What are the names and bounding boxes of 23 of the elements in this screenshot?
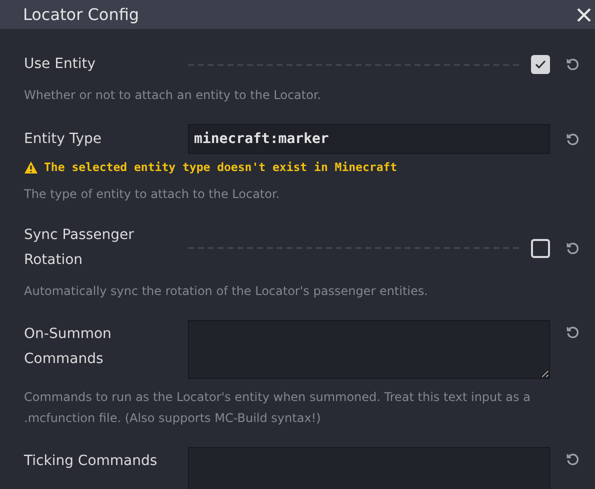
field-label: Entity Type bbox=[24, 130, 102, 148]
warning-icon bbox=[24, 161, 38, 174]
field-description: Whether or not to attach an entity to the Locator. bbox=[24, 87, 322, 104]
warning-message: The selected entity type doesn't exist in Minecraft bbox=[44, 159, 398, 176]
field-description: Automatically sync the rotation of the Locator's passenger entities. bbox=[24, 283, 429, 300]
reset-icon[interactable] bbox=[566, 132, 579, 146]
checkbox[interactable] bbox=[531, 55, 550, 74]
reset-icon[interactable] bbox=[566, 58, 579, 71]
checkbox[interactable] bbox=[531, 238, 550, 258]
reset-icon[interactable] bbox=[566, 242, 579, 255]
window-title: Locator Config bbox=[23, 4, 140, 26]
field-description: Commands to run as the Locator's entity when summoned. Treat this text input as a .mcfunction file. (Also supports MC-Build syntax!) bbox=[24, 389, 532, 428]
field-description: The type of entity to attach to the Locator. bbox=[24, 186, 281, 204]
text-field[interactable]: minecraft:marker bbox=[188, 124, 550, 154]
field-label: On-Summon Commands bbox=[24, 325, 112, 370]
close-icon[interactable] bbox=[577, 8, 591, 22]
check-icon bbox=[535, 60, 546, 69]
textarea-field[interactable] bbox=[188, 320, 550, 380]
field-label: Use Entity bbox=[24, 55, 96, 74]
reset-icon[interactable] bbox=[566, 326, 579, 340]
reset-icon[interactable] bbox=[566, 453, 579, 466]
field-label: Ticking Commands bbox=[24, 452, 158, 472]
field-label: Sync Passenger Rotation bbox=[24, 226, 135, 270]
